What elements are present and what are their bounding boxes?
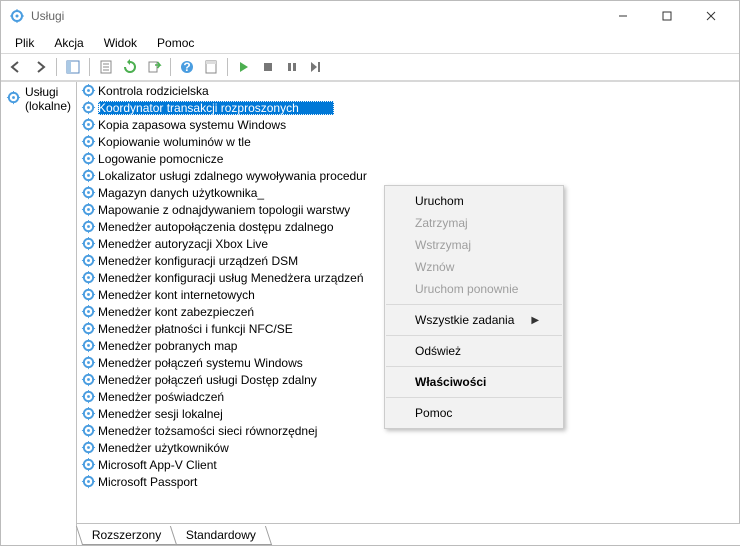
properties-button[interactable] [95, 56, 117, 78]
ctx-refresh[interactable]: Odśwież [385, 340, 563, 362]
service-row[interactable]: Kopiowanie woluminów w tle [79, 133, 740, 150]
ctx-all-tasks-label: Wszystkie zadania [415, 313, 514, 327]
start-service-button[interactable] [233, 56, 255, 78]
service-row[interactable]: Lokalizator usługi zdalnego wywoływania … [79, 167, 740, 184]
back-button[interactable] [5, 56, 27, 78]
maximize-button[interactable] [645, 2, 689, 30]
window-title: Usługi [31, 9, 601, 23]
menubar: Plik Akcja Widok Pomoc [1, 31, 739, 53]
service-row[interactable]: Koordynator transakcji rozproszonych [79, 99, 740, 116]
service-name: Menedżer poświadczeń [98, 390, 224, 404]
service-name: Menedżer kont zabezpieczeń [98, 305, 254, 319]
separator [386, 397, 562, 398]
ctx-start[interactable]: Uruchom [385, 190, 563, 212]
services-icon [6, 90, 21, 108]
pause-service-button[interactable] [281, 56, 303, 78]
help-button[interactable]: ? [176, 56, 198, 78]
ctx-pause: Wstrzymaj [385, 234, 563, 256]
tab-standard-label: Standardowy [186, 528, 256, 542]
service-row[interactable]: Menedżer użytkowników [79, 439, 740, 456]
tree-root-item[interactable]: Usługi (lokalne) [3, 84, 74, 114]
service-row[interactable]: Microsoft App-V Client [79, 456, 740, 473]
svg-text:?: ? [183, 60, 190, 74]
service-name: Menedżer autopołączenia dostępu zdalnego [98, 220, 334, 234]
separator [227, 58, 228, 76]
properties-sheet-button[interactable] [200, 56, 222, 78]
menu-action[interactable]: Akcja [44, 34, 93, 52]
service-name: Logowanie pomocnicze [98, 152, 223, 166]
service-name: Kopiowanie woluminów w tle [98, 135, 251, 149]
service-name: Kontrola rodzicielska [98, 84, 209, 98]
service-row[interactable]: Microsoft Passport [79, 473, 740, 490]
service-name: Menedżer pobranych map [98, 339, 237, 353]
stop-service-button[interactable] [257, 56, 279, 78]
menu-view[interactable]: Widok [94, 34, 147, 52]
service-name: Menedżer kont internetowych [98, 288, 255, 302]
service-name: Menedżer połączeń usługi Dostęp zdalny [98, 373, 317, 387]
restart-service-button[interactable] [305, 56, 327, 78]
separator [386, 304, 562, 305]
service-name: Koordynator transakcji rozproszonych [98, 101, 334, 115]
body: Usługi (lokalne) Kontrola rodzicielskaKo… [1, 81, 739, 545]
menu-file[interactable]: Plik [5, 34, 44, 52]
separator [89, 58, 90, 76]
service-name: Menedżer konfiguracji urządzeń DSM [98, 254, 298, 268]
ctx-restart: Uruchom ponownie [385, 278, 563, 300]
service-name: Menedżer konfiguracji usług Menedżera ur… [98, 271, 363, 285]
toolbar: ? [1, 53, 739, 81]
close-button[interactable] [689, 2, 733, 30]
tab-extended-label: Rozszerzony [92, 528, 161, 542]
service-name: Magazyn danych użytkownika_ [98, 186, 264, 200]
context-menu: Uruchom Zatrzymaj Wstrzymaj Wznów Urucho… [384, 185, 564, 429]
view-tabs: Rozszerzony Standardowy [77, 523, 740, 545]
separator [386, 335, 562, 336]
services-window: Usługi Plik Akcja Widok Pomoc ? [0, 0, 740, 546]
separator [56, 58, 57, 76]
forward-button[interactable] [29, 56, 51, 78]
refresh-button[interactable] [119, 56, 141, 78]
ctx-all-tasks[interactable]: Wszystkie zadania ▶ [385, 309, 563, 331]
separator [170, 58, 171, 76]
service-row[interactable]: Kontrola rodzicielska [79, 82, 740, 99]
tab-extended[interactable]: Rozszerzony [76, 526, 178, 545]
service-row[interactable]: Kopia zapasowa systemu Windows [79, 116, 740, 133]
service-name: Menedżer połączeń systemu Windows [98, 356, 303, 370]
ctx-resume: Wznów [385, 256, 563, 278]
service-name: Menedżer płatności i funkcji NFC/SE [98, 322, 293, 336]
service-name: Menedżer użytkowników [98, 441, 229, 455]
list-pane: Kontrola rodzicielska Koordynator transak… [77, 82, 740, 545]
service-row[interactable]: Logowanie pomocnicze [79, 150, 740, 167]
tree-pane: Usługi (lokalne) [1, 82, 77, 545]
tree-root-label: Usługi (lokalne) [25, 85, 71, 113]
service-name: Kopia zapasowa systemu Windows [98, 118, 286, 132]
ctx-properties[interactable]: Właściwości [385, 371, 563, 393]
service-name: Menedżer tożsamości sieci równorzędnej [98, 424, 317, 438]
chevron-right-icon: ▶ [531, 315, 539, 326]
tab-standard[interactable]: Standardowy [170, 526, 272, 545]
service-name: Microsoft App-V Client [98, 458, 217, 472]
show-hide-tree-button[interactable] [62, 56, 84, 78]
service-name: Microsoft Passport [98, 475, 197, 489]
titlebar: Usługi [1, 1, 739, 31]
separator [386, 366, 562, 367]
menu-help[interactable]: Pomoc [147, 34, 204, 52]
service-name: Menedżer sesji lokalnej [98, 407, 223, 421]
ctx-help[interactable]: Pomoc [385, 402, 563, 424]
service-name: Lokalizator usługi zdalnego wywoływania … [98, 169, 367, 183]
window-controls [601, 2, 733, 30]
app-icon [9, 8, 25, 24]
minimize-button[interactable] [601, 2, 645, 30]
service-name: Menedżer autoryzacji Xbox Live [98, 237, 268, 251]
services-list[interactable]: Kontrola rodzicielska Koordynator transak… [77, 82, 740, 523]
export-button[interactable] [143, 56, 165, 78]
service-name: Mapowanie z odnajdywaniem topologii wars… [98, 203, 350, 217]
ctx-stop: Zatrzymaj [385, 212, 563, 234]
